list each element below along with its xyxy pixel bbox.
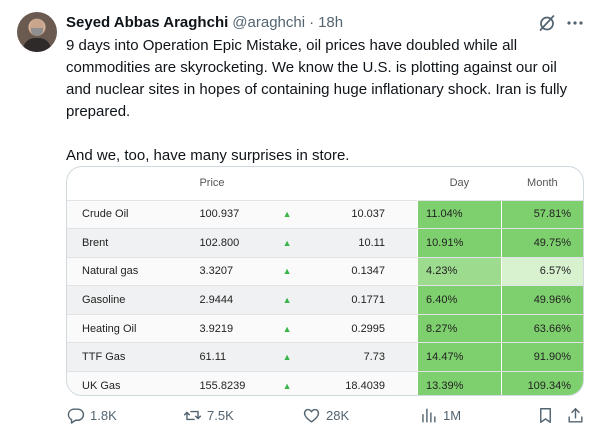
- author-name[interactable]: Seyed Abbas Araghchi: [66, 14, 228, 31]
- bookmark-icon: [540, 408, 551, 423]
- day-change: 14.47%: [417, 342, 502, 372]
- price-change: 0.2995: [299, 314, 418, 343]
- month-change: 63.66%: [500, 314, 583, 343]
- commodity-name: UK Gas: [67, 371, 185, 395]
- up-arrow-icon: ▲: [274, 200, 300, 229]
- up-arrow-icon: ▲: [274, 285, 300, 315]
- commodity-name: Brent: [67, 228, 185, 258]
- repost-count: 7.5K: [207, 408, 234, 423]
- share-icon: [568, 408, 583, 423]
- bookmark-button[interactable]: [536, 406, 560, 425]
- commodity-price: 102.800: [184, 228, 275, 258]
- day-change: 4.23%: [417, 257, 502, 286]
- month-change: 109.34%: [500, 371, 583, 395]
- commodity-price: 100.937: [184, 200, 275, 229]
- commodity-table-image[interactable]: Price Day Month Crude Oil 100.937 ▲ 10.037 1…: [66, 166, 584, 396]
- up-arrow-icon: ▲: [274, 314, 300, 343]
- price-change: 10.037: [299, 200, 418, 229]
- tweet-actions: 1.8K 7.5K 28K 1M: [0, 404, 596, 432]
- table-header-row: Price Day Month: [67, 167, 583, 200]
- tweet-paragraph: 9 days into Operation Epic Mistake, oil …: [66, 37, 568, 120]
- table-row: Gasoline 2.9444 ▲ 0.1771 6.40% 49.96%: [67, 285, 583, 315]
- table-row: UK Gas 155.8239 ▲ 18.4039 13.39% 109.34%: [67, 371, 583, 395]
- commodity-name: Gasoline: [67, 285, 185, 315]
- repost-icon: [183, 410, 202, 421]
- reply-count: 1.8K: [90, 408, 117, 423]
- day-change: 13.39%: [417, 371, 502, 395]
- month-change: 91.90%: [500, 342, 583, 372]
- commodity-table: Price Day Month Crude Oil 100.937 ▲ 10.037 1…: [67, 167, 583, 395]
- like-button[interactable]: 28K: [302, 406, 349, 425]
- price-change: 7.73: [299, 342, 418, 372]
- commodity-name: Heating Oil: [67, 314, 185, 343]
- up-arrow-icon: ▲: [274, 228, 300, 258]
- price-change: 0.1347: [299, 257, 418, 286]
- table-body: Crude Oil 100.937 ▲ 10.037 11.04% 57.81% Brent…: [67, 200, 583, 395]
- reply-button[interactable]: 1.8K: [66, 406, 117, 425]
- views-button[interactable]: 1M: [419, 406, 461, 425]
- up-arrow-icon: ▲: [274, 342, 300, 372]
- price-change: 18.4039: [299, 371, 418, 395]
- commodity-price: 2.9444: [184, 285, 275, 315]
- commodity-name: TTF Gas: [67, 342, 185, 372]
- commodity-price: 155.8239: [184, 371, 275, 395]
- month-change: 49.96%: [500, 285, 583, 315]
- commodity-price: 61.11: [184, 342, 275, 372]
- day-change: 6.40%: [417, 285, 502, 315]
- avatar-beard: [31, 28, 43, 36]
- header-change: [300, 167, 418, 200]
- header-arrow: [274, 167, 300, 200]
- author-avatar[interactable]: [17, 12, 57, 52]
- tweet-header: Seyed Abbas Araghchi @araghchi · 18h: [66, 12, 343, 32]
- commodity-name: Crude Oil: [67, 200, 185, 229]
- table-row: Natural gas 3.3207 ▲ 0.1347 4.23% 6.57%: [67, 257, 583, 286]
- up-arrow-icon: ▲: [274, 257, 300, 286]
- table-row: Crude Oil 100.937 ▲ 10.037 11.04% 57.81%: [67, 200, 583, 229]
- heart-icon: [303, 408, 320, 423]
- author-handle[interactable]: @araghchi: [232, 14, 305, 31]
- analytics-icon: [422, 408, 436, 423]
- day-change: 11.04%: [417, 200, 502, 229]
- day-change: 8.27%: [417, 314, 502, 343]
- grok-icon[interactable]: [537, 13, 557, 33]
- up-arrow-icon: ▲: [274, 371, 300, 395]
- like-count: 28K: [326, 408, 350, 423]
- views-count: 1M: [443, 408, 462, 423]
- header-price: Price: [199, 177, 225, 190]
- header-day: Day: [417, 167, 502, 200]
- reply-icon: [67, 408, 85, 424]
- month-change: 57.81%: [500, 200, 583, 229]
- header-name: [67, 167, 184, 200]
- tweet-paragraph: And we, too, have many surprises in stor…: [66, 147, 350, 164]
- timestamp[interactable]: 18h: [318, 14, 343, 31]
- table-row: Heating Oil 3.9219 ▲ 0.2995 8.27% 63.66%: [67, 314, 583, 343]
- repost-button[interactable]: 7.5K: [183, 406, 234, 425]
- commodity-price: 3.9219: [184, 314, 275, 343]
- share-button[interactable]: [566, 406, 590, 425]
- commodity-name: Natural gas: [67, 257, 185, 286]
- avatar-shirt: [23, 38, 51, 52]
- day-change: 10.91%: [417, 228, 502, 258]
- price-change: 10.11: [299, 228, 418, 258]
- table-row: TTF Gas 61.11 ▲ 7.73 14.47% 91.90%: [67, 342, 583, 372]
- table-row: Brent 102.800 ▲ 10.11 10.91% 49.75%: [67, 228, 583, 258]
- more-icon[interactable]: [565, 13, 585, 33]
- month-change: 6.57%: [500, 257, 583, 286]
- separator-dot: ·: [309, 13, 315, 31]
- month-change: 49.75%: [500, 228, 583, 258]
- commodity-price: 3.3207: [184, 257, 275, 286]
- header-month: Month: [500, 167, 583, 200]
- price-change: 0.1771: [299, 285, 418, 315]
